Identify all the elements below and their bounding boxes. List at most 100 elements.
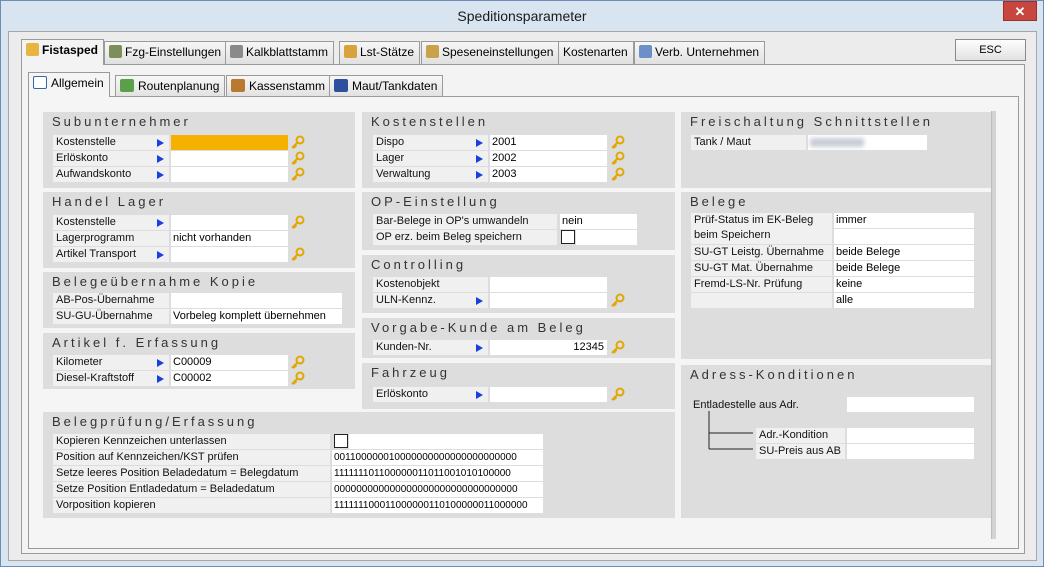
- label-dispo: Dispo: [373, 135, 488, 150]
- kunden-nr-field[interactable]: 12345: [490, 340, 607, 355]
- alle-field[interactable]: alle: [834, 293, 974, 308]
- su-preis-field[interactable]: [847, 444, 974, 459]
- lookup-arrow-icon[interactable]: [157, 219, 164, 227]
- tab-lst-staetze[interactable]: Lst-Stätze: [339, 41, 421, 64]
- key-icon[interactable]: [610, 387, 625, 402]
- key-icon[interactable]: [290, 135, 305, 150]
- esc-button[interactable]: ESC: [955, 39, 1026, 61]
- tab-kalkblattstamm[interactable]: Kalkblattstamm: [225, 41, 335, 64]
- tree-connector: [708, 411, 753, 450]
- tab-fzg-einstellungen[interactable]: Fzg-Einstellungen: [104, 41, 228, 64]
- label-su-gt-mat: SU-GT Mat. Übernahme: [691, 261, 832, 276]
- lookup-arrow-icon[interactable]: [476, 155, 483, 163]
- panel-fahrzeug: Fahrzeug Erlöskonto: [362, 363, 675, 409]
- subtab-maut-tankdaten[interactable]: Maut/Tankdaten: [329, 75, 444, 97]
- ab-pos-uebernahme-field[interactable]: [171, 293, 342, 308]
- label-entladedatum: Setze Position Entladedatum = Beladedatu…: [53, 482, 330, 497]
- tab-verb-unternehmen[interactable]: Verb. Unternehmen: [634, 41, 766, 64]
- key-icon[interactable]: [290, 247, 305, 262]
- label-position-kennzeichen: Position auf Kennzeichen/KST prüfen: [53, 450, 330, 465]
- lookup-arrow-icon[interactable]: [476, 344, 483, 352]
- house-icon: [639, 45, 652, 58]
- key-icon[interactable]: [610, 167, 625, 182]
- su-gt-mat-field[interactable]: beide Belege: [834, 261, 974, 276]
- key-icon[interactable]: [610, 151, 625, 166]
- label-lagerprogramm: Lagerprogramm: [53, 231, 169, 246]
- pruef-status-field[interactable]: immer: [834, 213, 974, 228]
- vertical-scrollbar[interactable]: [991, 111, 996, 539]
- key-icon[interactable]: [610, 340, 625, 355]
- lookup-arrow-icon[interactable]: [157, 155, 164, 163]
- op-erz-checkbox[interactable]: [561, 230, 575, 244]
- coins-icon: [426, 45, 439, 58]
- title-bar[interactable]: Speditionsparameter ✕: [1, 1, 1043, 31]
- key-icon[interactable]: [610, 135, 625, 150]
- panel-subunternehmer: Subunternehmer Kostenstelle Erlöskonto A…: [43, 112, 355, 188]
- verwaltung-field[interactable]: 2003: [490, 167, 607, 182]
- fremd-ls-nr-field[interactable]: keine: [834, 277, 974, 292]
- lookup-arrow-icon[interactable]: [157, 375, 164, 383]
- su-gu-uebernahme-field[interactable]: Vorbeleg komplett übernehmen: [171, 309, 342, 324]
- key-icon[interactable]: [610, 293, 625, 308]
- subtab-kassenstamm[interactable]: Kassenstamm: [226, 75, 332, 97]
- subtab-allgemein[interactable]: Allgemein: [28, 72, 110, 97]
- aufwandskonto-field[interactable]: [171, 167, 288, 182]
- label-kostenstelle: Kostenstelle: [53, 135, 169, 150]
- artikel-transport-field[interactable]: [171, 247, 288, 262]
- position-kennzeichen-field[interactable]: 001100000010000000000000000000000: [332, 450, 543, 465]
- road-icon: [334, 79, 348, 92]
- label-kunden-nr: Kunden-Nr.: [373, 340, 488, 355]
- su-gt-leistg-field[interactable]: beide Belege: [834, 245, 974, 260]
- lookup-arrow-icon[interactable]: [476, 391, 483, 399]
- uln-kennz-field[interactable]: [490, 293, 607, 308]
- key-icon[interactable]: [290, 371, 305, 386]
- lookup-arrow-icon[interactable]: [157, 359, 164, 367]
- key-icon[interactable]: [290, 355, 305, 370]
- label-artikel-transport: Artikel Transport: [53, 247, 169, 262]
- entladedatum-field[interactable]: 000000000000000000000000000000000: [332, 482, 543, 497]
- adr-kondition-field[interactable]: [847, 428, 974, 443]
- kostenstelle-field[interactable]: [171, 135, 288, 150]
- redacted-value: [810, 138, 864, 147]
- bar-belege-field[interactable]: nein: [560, 214, 637, 229]
- vorposition-kopieren-field[interactable]: 111111100011000000110100000011000000: [332, 498, 543, 513]
- lookup-arrow-icon[interactable]: [157, 171, 164, 179]
- client-area: Fistasped Fzg-Einstellungen Kalkblattsta…: [8, 31, 1037, 561]
- close-button[interactable]: ✕: [1003, 1, 1037, 21]
- tab-kostenarten[interactable]: Kostenarten: [558, 41, 634, 64]
- dispo-field[interactable]: 2001: [490, 135, 607, 150]
- panel-title: Artikel f. Erfassung: [52, 335, 222, 350]
- lookup-arrow-icon[interactable]: [476, 297, 483, 305]
- fahrzeug-erloeskonto-field[interactable]: [490, 387, 607, 402]
- label-uln-kennz: ULN-Kennz.: [373, 293, 488, 308]
- panel-title: Belegprüfung/Erfassung: [52, 414, 258, 429]
- panel-freischaltung-schnittstellen: Freischaltung Schnittstellen Tank / Maut: [681, 112, 993, 188]
- kostenstelle-field[interactable]: [171, 215, 288, 230]
- entladestelle-field[interactable]: [847, 397, 974, 412]
- tab-speseneinstellungen[interactable]: Speseneinstellungen: [421, 41, 560, 64]
- kopieren-kennzeichen-checkbox[interactable]: [334, 434, 348, 448]
- tab-fistasped[interactable]: Fistasped: [21, 39, 105, 65]
- key-icon[interactable]: [290, 215, 305, 230]
- lookup-arrow-icon[interactable]: [476, 139, 483, 147]
- diesel-kraftstoff-field[interactable]: C00002: [171, 371, 288, 386]
- panel-artikel-erfassung: Artikel f. Erfassung Kilometer C00009 Di…: [43, 333, 355, 389]
- tank-maut-field[interactable]: [808, 135, 927, 150]
- kilometer-field[interactable]: C00009: [171, 355, 288, 370]
- lagerprogramm-field[interactable]: nicht vorhanden: [171, 231, 288, 246]
- lager-field[interactable]: 2002: [490, 151, 607, 166]
- lookup-arrow-icon[interactable]: [157, 251, 164, 259]
- erloeskonto-field[interactable]: [171, 151, 288, 166]
- panel-op-einstellung: OP-Einstellung Bar-Belege in OP's umwand…: [362, 192, 675, 250]
- lookup-arrow-icon[interactable]: [476, 171, 483, 179]
- kostenobjekt-field[interactable]: [490, 277, 607, 292]
- label-fremd-ls-nr: Fremd-LS-Nr. Prüfung: [691, 277, 832, 292]
- label-aufwandskonto: Aufwandskonto: [53, 167, 169, 182]
- key-icon[interactable]: [290, 151, 305, 166]
- leeres-beladedatum-field[interactable]: 111111101100000011011001010100000: [332, 466, 543, 481]
- lookup-arrow-icon[interactable]: [157, 139, 164, 147]
- key-icon[interactable]: [290, 167, 305, 182]
- label-op-erz: OP erz. beim Beleg speichern: [373, 230, 557, 245]
- subtab-routenplanung[interactable]: Routenplanung: [115, 75, 226, 97]
- speditionsparameter-window: Speditionsparameter ✕ Fistasped Fzg-Eins…: [0, 0, 1044, 567]
